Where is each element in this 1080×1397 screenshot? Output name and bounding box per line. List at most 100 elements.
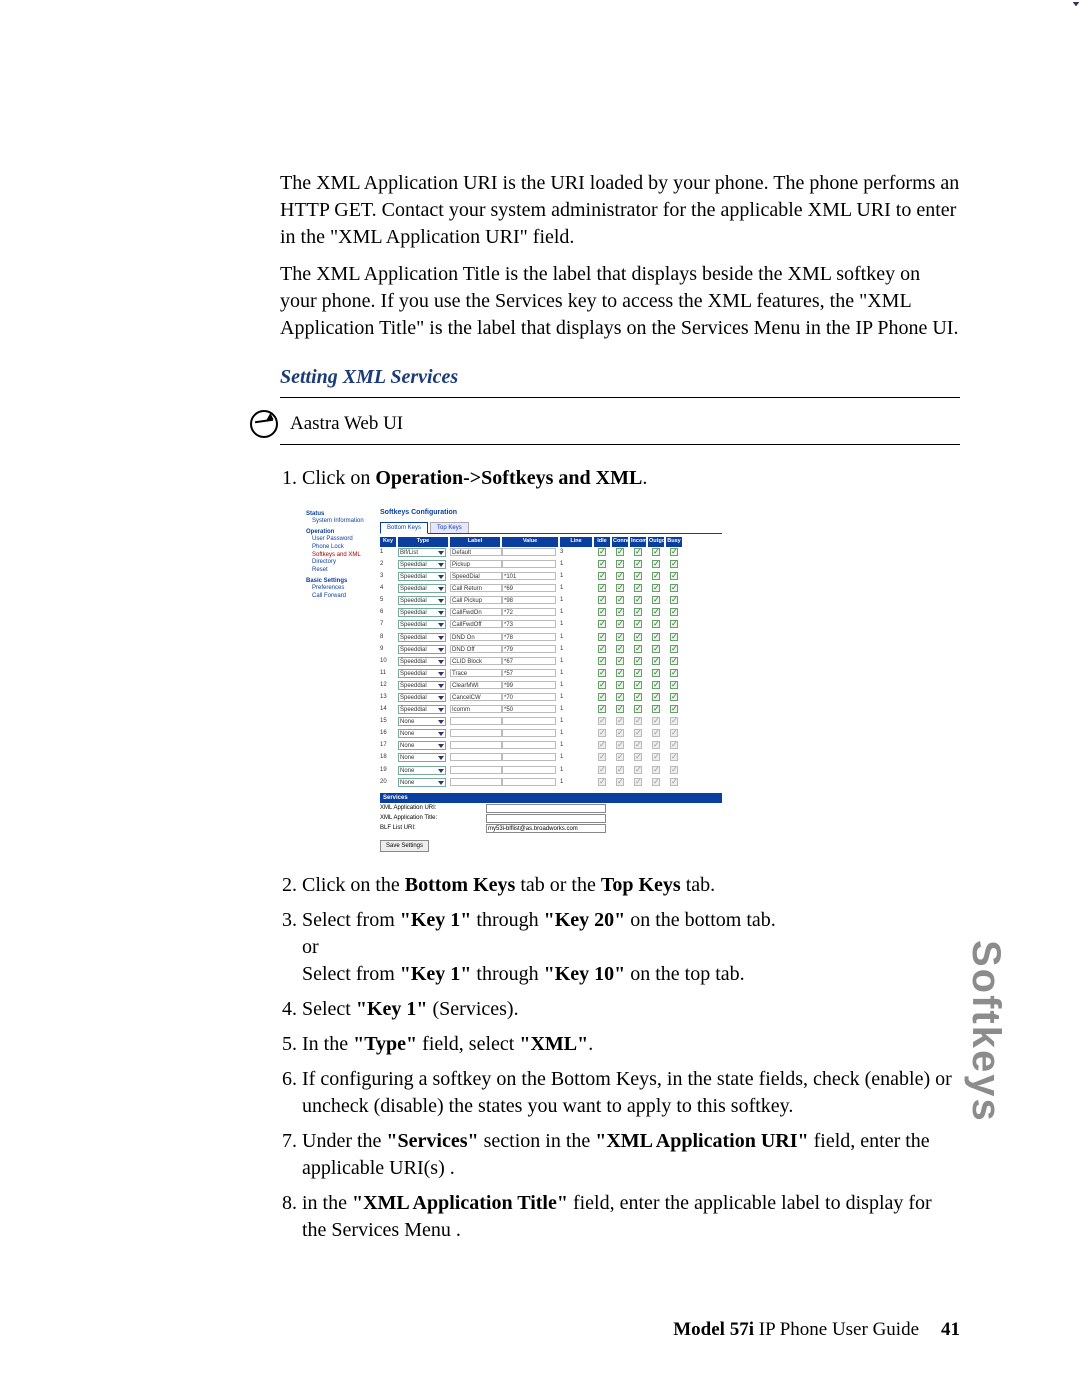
value-input[interactable]: *57 — [502, 669, 558, 680]
state-checkbox[interactable] — [648, 560, 664, 571]
state-checkbox[interactable] — [612, 633, 628, 644]
type-select[interactable]: Speeddial — [398, 681, 448, 692]
value-input[interactable]: *78 — [502, 633, 558, 644]
value-input[interactable] — [502, 560, 558, 571]
state-checkbox[interactable] — [630, 596, 646, 607]
type-select[interactable]: Speeddial — [398, 645, 448, 656]
nav-directory[interactable]: Directory — [312, 559, 376, 567]
state-checkbox[interactable] — [666, 572, 682, 583]
state-checkbox[interactable] — [648, 681, 664, 692]
label-input[interactable]: Default — [450, 548, 500, 559]
line-select[interactable]: 1 — [560, 766, 592, 777]
line-select[interactable]: 1 — [560, 620, 592, 631]
nav-phone-lock[interactable]: Phone Lock — [312, 544, 376, 552]
line-select[interactable]: 1 — [560, 645, 592, 656]
value-input[interactable] — [502, 717, 558, 728]
state-checkbox[interactable] — [630, 548, 646, 559]
state-checkbox[interactable] — [648, 657, 664, 668]
state-checkbox[interactable] — [612, 669, 628, 680]
line-select[interactable]: 1 — [560, 778, 592, 789]
state-checkbox[interactable] — [666, 596, 682, 607]
value-input[interactable]: *70 — [502, 693, 558, 704]
state-checkbox[interactable] — [594, 681, 610, 692]
value-input[interactable]: *99 — [502, 681, 558, 692]
type-select[interactable]: Speeddial — [398, 657, 448, 668]
state-checkbox[interactable] — [594, 560, 610, 571]
nav-reset[interactable]: Reset — [312, 567, 376, 575]
xml-title-input[interactable] — [486, 814, 606, 823]
label-input[interactable]: CancelCW — [450, 693, 500, 704]
state-checkbox[interactable] — [612, 548, 628, 559]
state-checkbox[interactable] — [594, 608, 610, 619]
line-select[interactable]: 1 — [560, 729, 592, 740]
state-checkbox[interactable] — [648, 669, 664, 680]
label-input[interactable] — [450, 741, 500, 752]
type-select[interactable]: None — [398, 778, 448, 789]
line-select[interactable]: 1 — [560, 608, 592, 619]
state-checkbox[interactable] — [666, 681, 682, 692]
value-input[interactable]: *72 — [502, 608, 558, 619]
value-input[interactable] — [502, 741, 558, 752]
state-checkbox[interactable] — [594, 572, 610, 583]
type-select[interactable]: Speeddial — [398, 584, 448, 595]
type-select[interactable]: None — [398, 766, 448, 777]
label-input[interactable]: ClearMWI — [450, 681, 500, 692]
save-settings-button[interactable]: Save Settings — [380, 840, 429, 852]
state-checkbox[interactable] — [612, 560, 628, 571]
label-input[interactable]: CallFwdOn — [450, 608, 500, 619]
state-checkbox[interactable] — [648, 705, 664, 716]
value-input[interactable]: *67 — [502, 657, 558, 668]
state-checkbox[interactable] — [648, 584, 664, 595]
value-input[interactable] — [502, 778, 558, 789]
state-checkbox[interactable] — [594, 584, 610, 595]
nav-system-info[interactable]: System Information — [312, 518, 376, 526]
state-checkbox[interactable] — [612, 596, 628, 607]
label-input[interactable] — [450, 717, 500, 728]
label-input[interactable]: Call Pickup — [450, 596, 500, 607]
type-select[interactable]: Speeddial — [398, 669, 448, 680]
line-select[interactable]: 1 — [560, 584, 592, 595]
nav-user-password[interactable]: User Password — [312, 536, 376, 544]
state-checkbox[interactable] — [630, 572, 646, 583]
value-input[interactable]: *69 — [502, 584, 558, 595]
state-checkbox[interactable] — [666, 584, 682, 595]
label-input[interactable]: Call Return — [450, 584, 500, 595]
state-checkbox[interactable] — [594, 633, 610, 644]
type-select[interactable]: None — [398, 729, 448, 740]
line-select[interactable]: 1 — [560, 741, 592, 752]
state-checkbox[interactable] — [594, 693, 610, 704]
state-checkbox[interactable] — [594, 657, 610, 668]
state-checkbox[interactable] — [666, 620, 682, 631]
type-select[interactable]: Blf/List — [398, 548, 448, 559]
line-select[interactable]: 1 — [560, 705, 592, 716]
state-checkbox[interactable] — [630, 705, 646, 716]
state-checkbox[interactable] — [630, 693, 646, 704]
type-select[interactable]: Speeddial — [398, 693, 448, 704]
state-checkbox[interactable] — [612, 572, 628, 583]
tab-bottom-keys[interactable]: Bottom Keys — [380, 522, 428, 534]
label-input[interactable]: DND Off — [450, 645, 500, 656]
line-select[interactable]: 1 — [560, 657, 592, 668]
line-select[interactable]: 1 — [560, 717, 592, 728]
state-checkbox[interactable] — [612, 657, 628, 668]
state-checkbox[interactable] — [630, 620, 646, 631]
type-select[interactable]: None — [398, 717, 448, 728]
state-checkbox[interactable] — [648, 608, 664, 619]
line-select[interactable]: 1 — [560, 633, 592, 644]
nav-softkeys-xml[interactable]: Softkeys and XML — [312, 552, 376, 560]
state-checkbox[interactable] — [612, 620, 628, 631]
state-checkbox[interactable] — [666, 548, 682, 559]
label-input[interactable] — [450, 753, 500, 764]
state-checkbox[interactable] — [666, 669, 682, 680]
state-checkbox[interactable] — [648, 548, 664, 559]
state-checkbox[interactable] — [612, 681, 628, 692]
state-checkbox[interactable] — [612, 693, 628, 704]
state-checkbox[interactable] — [666, 645, 682, 656]
state-checkbox[interactable] — [630, 633, 646, 644]
label-input[interactable]: SpeedDial — [450, 572, 500, 583]
state-checkbox[interactable] — [648, 620, 664, 631]
label-input[interactable]: CallFwdOff — [450, 620, 500, 631]
value-input[interactable]: *73 — [502, 620, 558, 631]
state-checkbox[interactable] — [612, 608, 628, 619]
state-checkbox[interactable] — [666, 657, 682, 668]
